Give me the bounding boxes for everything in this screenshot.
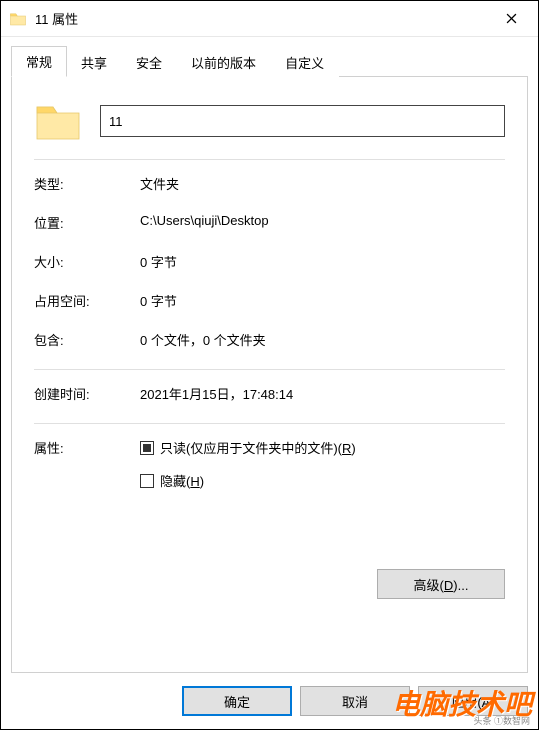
- value-location: C:\Users\qiuji\Desktop: [140, 213, 505, 228]
- tab-panel-general: 类型: 文件夹 位置: C:\Users\qiuji\Desktop 大小: 0…: [11, 76, 528, 673]
- label-size: 大小:: [34, 252, 140, 271]
- label-location: 位置:: [34, 213, 140, 232]
- tab-security[interactable]: 安全: [121, 47, 177, 77]
- cancel-button[interactable]: 取消: [300, 686, 410, 716]
- readonly-label: 只读(仅应用于文件夹中的文件)(R): [160, 438, 356, 457]
- folder-icon-large: [34, 99, 82, 143]
- hidden-checkbox-icon: [140, 474, 154, 488]
- folder-name-input[interactable]: [100, 105, 505, 137]
- separator: [34, 423, 505, 424]
- tab-customize[interactable]: 自定义: [270, 47, 339, 77]
- close-button[interactable]: [488, 3, 534, 35]
- apply-button[interactable]: 应用(A): [418, 686, 528, 716]
- separator: [34, 159, 505, 160]
- value-contains: 0 个文件，0 个文件夹: [140, 330, 505, 349]
- label-attributes: 属性:: [34, 438, 140, 457]
- value-size: 0 字节: [140, 252, 505, 271]
- titlebar: 11 属性: [1, 1, 538, 37]
- separator: [34, 369, 505, 370]
- value-created: 2021年1月15日，17:48:14: [140, 384, 505, 403]
- tab-previous-versions[interactable]: 以前的版本: [176, 47, 271, 77]
- label-size-on-disk: 占用空间:: [34, 291, 140, 310]
- content-area: 常规 共享 安全 以前的版本 自定义 类型: 文件夹 位置: C:\Users\…: [1, 37, 538, 673]
- value-type: 文件夹: [140, 174, 505, 193]
- value-size-on-disk: 0 字节: [140, 291, 505, 310]
- readonly-checkbox-icon: [140, 441, 154, 455]
- tab-strip: 常规 共享 安全 以前的版本 自定义: [11, 49, 528, 77]
- tab-general[interactable]: 常规: [11, 46, 67, 77]
- readonly-checkbox-row[interactable]: 只读(仅应用于文件夹中的文件)(R): [140, 438, 505, 457]
- hidden-label: 隐藏(H): [160, 471, 204, 490]
- label-created: 创建时间:: [34, 384, 140, 403]
- label-contains: 包含:: [34, 330, 140, 349]
- ok-button[interactable]: 确定: [182, 686, 292, 716]
- hidden-checkbox-row[interactable]: 隐藏(H): [140, 471, 505, 490]
- window-title: 11 属性: [35, 9, 488, 28]
- advanced-button[interactable]: 高级(D)...: [377, 569, 505, 599]
- folder-icon: [9, 10, 27, 28]
- tab-sharing[interactable]: 共享: [66, 47, 122, 77]
- label-type: 类型:: [34, 174, 140, 193]
- dialog-footer: 确定 取消 应用(A) 电脑技术吧 头条 ①数智网: [1, 673, 538, 729]
